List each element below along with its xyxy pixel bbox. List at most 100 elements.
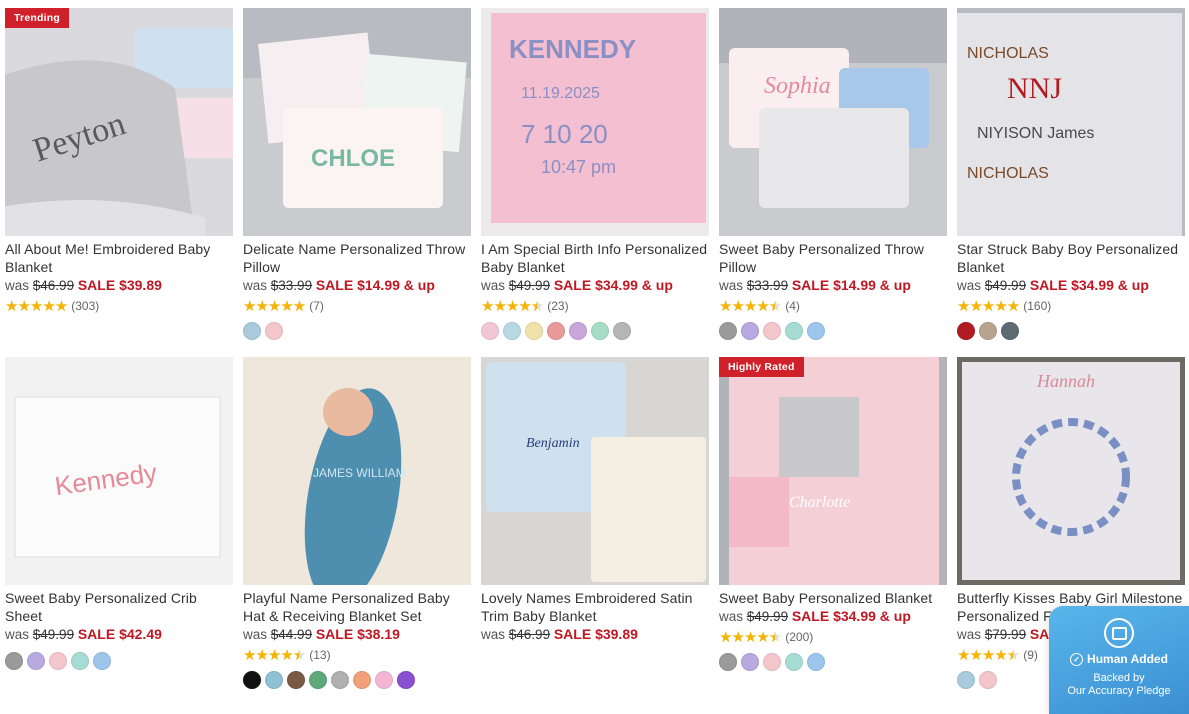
color-swatch[interactable] [375, 671, 393, 689]
product-card[interactable]: Kennedy Sweet Baby Personalized Crib Shee… [5, 357, 233, 714]
color-swatch[interactable] [353, 671, 371, 689]
color-swatch[interactable] [591, 322, 609, 340]
product-rating[interactable]: ★★★★★★★★★★(200) [719, 629, 947, 645]
product-rating[interactable]: ★★★★★★★★★★(13) [243, 647, 471, 663]
color-swatch[interactable] [397, 671, 415, 689]
product-card[interactable]: KENNEDY 11.19.2025 7 10 20 10:47 pm I Am … [481, 8, 709, 357]
product-card[interactable]: Charlotte Highly Rated Sweet Baby Personal… [719, 357, 947, 714]
product-image[interactable]: Charlotte Highly Rated [719, 357, 947, 585]
color-swatch[interactable] [93, 652, 111, 670]
was-label: was [719, 278, 744, 293]
product-name-link[interactable]: Sweet Baby Personalized Crib Sheet [5, 589, 233, 625]
product-name-link[interactable]: Lovely Names Embroidered Satin Trim Baby… [481, 589, 709, 625]
color-swatches [243, 322, 471, 340]
color-swatch[interactable] [785, 322, 803, 340]
product-price: was $33.99 SALE $14.99 & up [243, 276, 471, 295]
svg-text:KENNEDY: KENNEDY [509, 34, 636, 64]
product-name-link[interactable]: All About Me! Embroidered Baby Blanket [5, 240, 233, 276]
color-swatch[interactable] [741, 322, 759, 340]
product-image[interactable]: Sophia [719, 8, 947, 236]
was-label: was [719, 609, 744, 624]
widget-title-row: ✓ Human Added [1049, 652, 1189, 666]
was-label: was [243, 627, 268, 642]
product-name-link[interactable]: Sweet Baby Personalized Throw Pillow [719, 240, 947, 276]
product-card[interactable]: Benjamin Lovely Names Embroidered Satin T… [481, 357, 709, 714]
product-rating[interactable]: ★★★★★ ★★★★★ (7) [243, 298, 471, 314]
product-price: was $46.99 SALE $39.89 [481, 625, 709, 644]
color-swatch[interactable] [785, 653, 803, 671]
color-swatch[interactable] [979, 322, 997, 340]
product-image[interactable]: CHLOE [243, 8, 471, 236]
was-label: was [957, 627, 982, 642]
color-swatch[interactable] [569, 322, 587, 340]
color-swatch[interactable] [613, 322, 631, 340]
color-swatch[interactable] [763, 653, 781, 671]
color-swatch[interactable] [265, 671, 283, 689]
product-image[interactable]: KENNEDY 11.19.2025 7 10 20 10:47 pm [481, 8, 709, 236]
star-rating-icon: ★★★★★★★★★★ [957, 297, 1020, 315]
original-price: $33.99 [746, 278, 789, 293]
color-swatch[interactable] [979, 671, 997, 689]
product-card[interactable]: NICHOLAS NNJ NIYISON James NICHOLAS Star … [957, 8, 1185, 357]
color-swatch[interactable] [331, 671, 349, 689]
product-rating[interactable]: ★★★★★★★★★★(23) [481, 298, 709, 314]
product-rating[interactable]: ★★★★★★★★★★(4) [719, 298, 947, 314]
color-swatch[interactable] [957, 671, 975, 689]
was-label: was [481, 278, 506, 293]
product-name-link[interactable]: Sweet Baby Personalized Blanket [719, 589, 947, 607]
review-count: (4) [785, 299, 800, 313]
product-image[interactable]: JAMES WILLIAM [243, 357, 471, 585]
color-swatch[interactable] [71, 652, 89, 670]
sale-price: SALE $39.89 [553, 626, 638, 642]
product-name-link[interactable]: Delicate Name Personalized Throw Pillow [243, 240, 471, 276]
sale-price: SALE $34.99 & up [791, 608, 911, 624]
color-swatch[interactable] [957, 322, 975, 340]
color-swatch[interactable] [719, 322, 737, 340]
color-swatches [719, 322, 947, 340]
svg-text:JAMES WILLIAM: JAMES WILLIAM [313, 466, 406, 480]
color-swatch[interactable] [763, 322, 781, 340]
color-swatch[interactable] [741, 653, 759, 671]
color-swatch[interactable] [309, 671, 327, 689]
color-swatch[interactable] [287, 671, 305, 689]
star-rating-icon: ★★★★★★★★★★ [481, 297, 544, 315]
svg-text:NICHOLAS: NICHOLAS [967, 165, 1049, 182]
product-rating[interactable]: ★★★★★ ★★★★★ (303) [5, 298, 233, 314]
product-image[interactable]: Hannah [957, 357, 1185, 585]
color-swatch[interactable] [807, 322, 825, 340]
color-swatch[interactable] [27, 652, 45, 670]
product-image[interactable]: Kennedy [5, 357, 233, 585]
color-swatch[interactable] [481, 322, 499, 340]
color-swatch[interactable] [1001, 322, 1019, 340]
accuracy-pledge-widget[interactable]: ✓ Human Added Backed by Our Accuracy Ple… [1049, 606, 1189, 714]
color-swatch[interactable] [5, 652, 23, 670]
product-card[interactable]: CHLOE Delicate Name Personalized Throw Pi… [243, 8, 471, 357]
product-card[interactable]: Sophia Sweet Baby Personalized Throw Pill… [719, 8, 947, 357]
color-swatch[interactable] [265, 322, 283, 340]
color-swatch[interactable] [807, 653, 825, 671]
color-swatch[interactable] [547, 322, 565, 340]
product-card[interactable]: Peyton Trending All About Me! Embroidered … [5, 8, 233, 357]
product-image[interactable]: Peyton Trending [5, 8, 233, 236]
review-count: (160) [1023, 299, 1052, 313]
color-swatch[interactable] [243, 322, 261, 340]
product-image[interactable]: Benjamin [481, 357, 709, 585]
color-swatch[interactable] [503, 322, 521, 340]
product-name-link[interactable]: I Am Special Birth Info Personalized Bab… [481, 240, 709, 276]
product-name-link[interactable]: Star Struck Baby Boy Personalized Blanke… [957, 240, 1185, 276]
svg-text:Benjamin: Benjamin [526, 436, 580, 451]
product-card[interactable]: JAMES WILLIAM Playful Name Personalized B… [243, 357, 471, 714]
product-name-link[interactable]: Playful Name Personalized Baby Hat & Rec… [243, 589, 471, 625]
original-price: $49.99 [32, 627, 75, 642]
sale-price: SALE $14.99 & up [315, 277, 435, 293]
product-rating[interactable]: ★★★★★ ★★★★★ (160) [957, 298, 1185, 314]
color-swatch[interactable] [525, 322, 543, 340]
svg-text:Charlotte: Charlotte [789, 494, 850, 511]
color-swatch[interactable] [243, 671, 261, 689]
svg-text:11.19.2025: 11.19.2025 [521, 85, 600, 102]
color-swatch[interactable] [49, 652, 67, 670]
product-image[interactable]: NICHOLAS NNJ NIYISON James NICHOLAS [957, 8, 1185, 236]
color-swatch[interactable] [719, 653, 737, 671]
widget-line-2: Backed by [1093, 672, 1145, 684]
color-swatches [957, 322, 1185, 340]
